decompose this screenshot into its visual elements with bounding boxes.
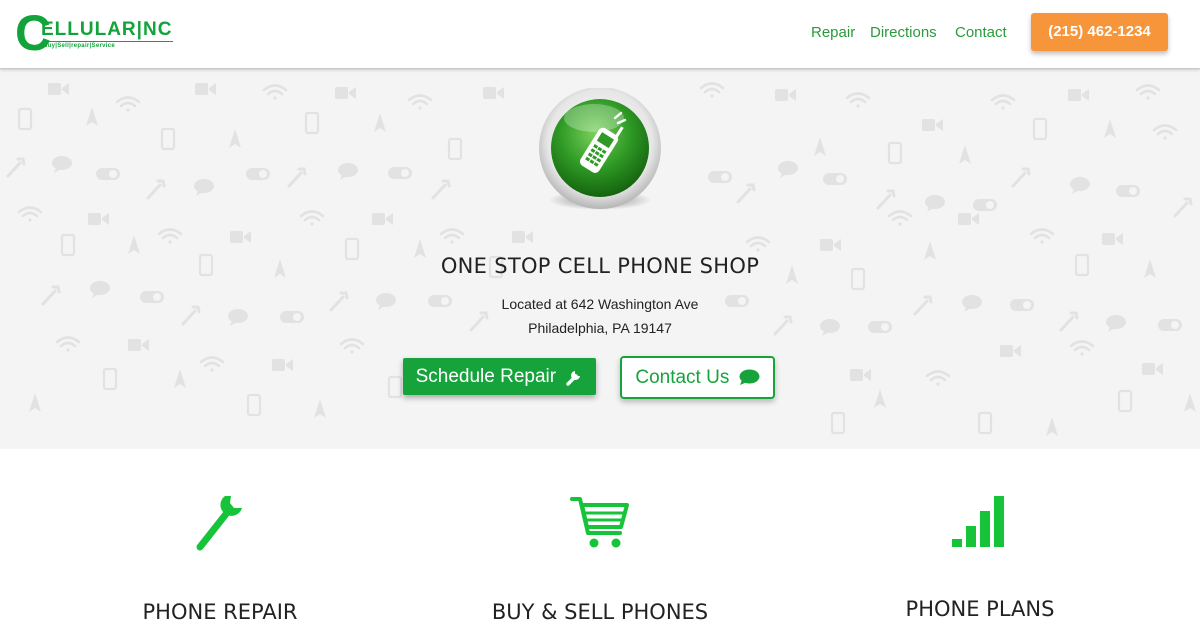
cellular-inc-logo[interactable]: C ELLULAR|NC Buy|Sell|repair|Service xyxy=(15,8,190,62)
cell-phone-orb-icon xyxy=(539,88,661,210)
logo-word: ELLULAR|NC xyxy=(41,19,173,40)
logo-tagline: Buy|Sell|repair|Service xyxy=(43,41,173,49)
nav-directions-link[interactable]: Directions xyxy=(870,24,937,41)
hero-title: ONE STOP CELL PHONE SHOP xyxy=(440,254,760,278)
feature-title-phone-repair: PHONE REPAIR xyxy=(142,600,298,624)
shopping-cart-icon xyxy=(570,497,629,548)
address-line-1: Located at 642 Washington Ave xyxy=(501,296,699,312)
signal-bars-icon xyxy=(952,496,1004,547)
schedule-repair-button[interactable]: Schedule Repair xyxy=(403,358,596,395)
wrench-icon xyxy=(196,496,242,551)
contact-us-label: Contact Us xyxy=(635,367,730,388)
feature-title-buy-sell-phones: BUY & SELL PHONES xyxy=(491,600,709,624)
nav-contact-link[interactable]: Contact xyxy=(955,24,1007,41)
wrench-icon xyxy=(566,370,581,386)
feature-title-phone-plans: PHONE PLANS xyxy=(905,597,1055,621)
site-header: C ELLULAR|NC Buy|Sell|repair|Service Rep… xyxy=(0,0,1200,69)
nav-repair-link[interactable]: Repair xyxy=(811,24,855,41)
phone-call-button[interactable]: (215) 462-1234 xyxy=(1031,13,1168,51)
comment-icon xyxy=(739,369,760,386)
address-line-2: Philadelphia, PA 19147 xyxy=(528,320,672,336)
schedule-repair-label: Schedule Repair xyxy=(415,366,557,387)
contact-us-button[interactable]: Contact Us xyxy=(620,356,775,399)
